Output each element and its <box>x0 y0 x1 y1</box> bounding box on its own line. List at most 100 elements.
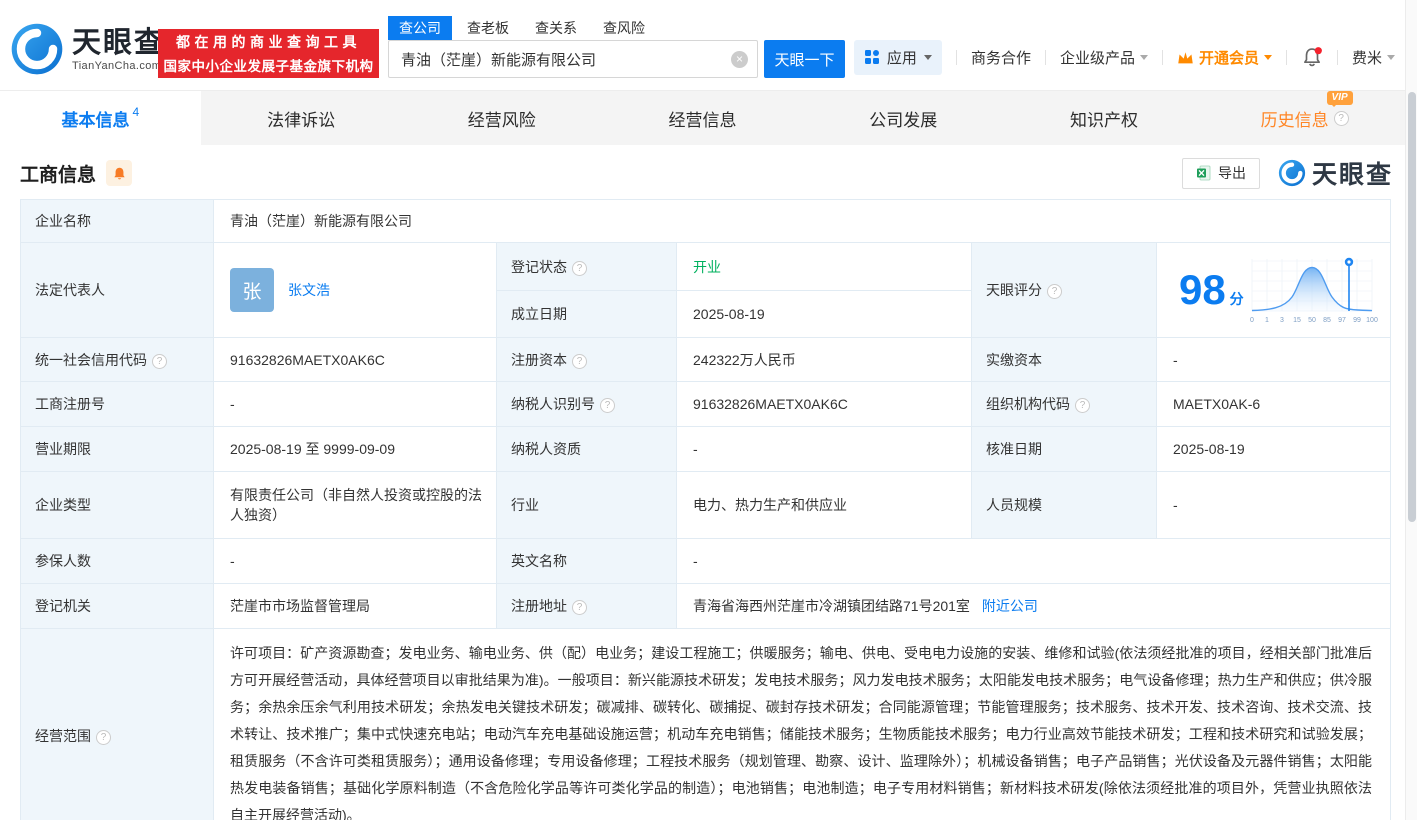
nav-enterprise-products[interactable]: 企业级产品 <box>1060 47 1148 68</box>
notification-dot <box>1315 47 1322 54</box>
divider <box>1045 50 1046 65</box>
slogan-line2: 国家中小企业发展子基金旗下机构 <box>164 55 374 75</box>
business-info-table: 企业名称 青油（茫崖）新能源有限公司 法定代表人 张 张文浩 登记状态? 开业 … <box>20 199 1391 820</box>
apps-menu[interactable]: 应用 <box>854 40 942 75</box>
top-nav: 应用 商务合作 企业级产品 开通会员 费米 <box>854 40 1395 74</box>
scrollbar-thumb[interactable] <box>1408 92 1416 522</box>
search-tab-boss[interactable]: 查老板 <box>467 16 509 40</box>
divider <box>1162 50 1163 65</box>
user-menu[interactable]: 费米 <box>1352 47 1395 68</box>
help-icon[interactable]: ? <box>1047 284 1062 299</box>
tab-intellectual-property[interactable]: 知识产权 <box>1004 91 1205 145</box>
reg-status-label: 登记状态? <box>497 243 677 291</box>
clear-search-icon[interactable]: × <box>731 51 748 68</box>
tab-ip-label: 知识产权 <box>1070 106 1138 131</box>
help-icon[interactable]: ? <box>600 398 615 413</box>
help-icon[interactable]: ? <box>152 354 167 369</box>
svg-text:15: 15 <box>1293 317 1301 324</box>
business-term-label: 营业期限 <box>21 427 214 472</box>
search-input[interactable] <box>388 40 758 78</box>
reg-number-value: - <box>214 382 497 427</box>
score-chart: 0 1 3 15 50 85 97 99 100 <box>1246 251 1378 329</box>
tab-history-info[interactable]: 历史信息 VIP ? <box>1204 91 1405 145</box>
reg-authority-value: 茫崖市市场监督管理局 <box>214 584 497 629</box>
search-tab-relation[interactable]: 查关系 <box>535 16 577 40</box>
help-icon[interactable]: ? <box>1075 398 1090 413</box>
tab-operation-risk[interactable]: 经营风险 <box>401 91 602 145</box>
tianyancha-logo[interactable]: 天眼查 TianYanCha.com <box>10 22 165 76</box>
help-icon[interactable]: ? <box>1334 111 1349 126</box>
search-area: 查公司 查老板 查关系 查风险 × 天眼一下 <box>388 15 845 78</box>
staff-size-value: - <box>1157 472 1391 539</box>
company-name-value: 青油（茫崖）新能源有限公司 <box>214 200 1391 243</box>
score-value: 98 <box>1179 266 1226 313</box>
tab-basic-info[interactable]: 基本信息 4 <box>0 91 201 145</box>
score-cell[interactable]: 98 分 <box>1157 243 1391 338</box>
search-tab-company[interactable]: 查公司 <box>388 16 452 40</box>
section-header: 工商信息 导出 天眼查 <box>0 145 1417 195</box>
export-label: 导出 <box>1218 163 1246 183</box>
search-tab-risk[interactable]: 查风险 <box>603 16 645 40</box>
reg-status-value: 开业 <box>677 243 972 291</box>
score-unit: 分 <box>1230 291 1244 307</box>
staff-size-label: 人员规模 <box>972 472 1157 539</box>
approval-date-value: 2025-08-19 <box>1157 427 1391 472</box>
divider <box>1337 50 1338 65</box>
monitor-bell-button[interactable] <box>106 160 132 186</box>
vip-button[interactable]: 开通会员 <box>1177 47 1272 68</box>
section-title: 工商信息 <box>20 160 96 187</box>
company-name-label: 企业名称 <box>21 200 214 243</box>
tianyancha-watermark: 天眼查 <box>1278 155 1393 191</box>
help-icon[interactable]: ? <box>572 354 587 369</box>
industry-value: 电力、热力生产和供应业 <box>677 472 972 539</box>
table-row: 参保人数 - 英文名称 - <box>21 539 1391 584</box>
reg-capital-label: 注册资本? <box>497 338 677 382</box>
avatar[interactable]: 张 <box>230 268 274 312</box>
site-header: 天眼查 TianYanCha.com 都在用的商业查询工具 国家中小企业发展子基… <box>0 0 1417 90</box>
export-button[interactable]: 导出 <box>1182 158 1260 189</box>
insured-count-value: - <box>214 539 497 584</box>
divider <box>956 50 957 65</box>
company-type-value: 有限责任公司（非自然人投资或控股的法人独资） <box>214 472 497 539</box>
taxpayer-qual-value: - <box>677 427 972 472</box>
help-icon[interactable]: ? <box>572 261 587 276</box>
nearby-companies-link[interactable]: 附近公司 <box>982 598 1038 614</box>
paid-capital-value: - <box>1157 338 1391 382</box>
svg-text:0: 0 <box>1250 317 1254 324</box>
tab-history-label: 历史信息 VIP <box>1261 106 1329 131</box>
english-name-label: 英文名称 <box>497 539 677 584</box>
scrollbar-track[interactable] <box>1405 0 1417 820</box>
bell-icon <box>112 166 127 181</box>
crown-icon <box>1177 50 1194 65</box>
svg-text:85: 85 <box>1323 317 1331 324</box>
legal-rep-link[interactable]: 张文浩 <box>288 280 330 300</box>
table-row: 统一社会信用代码? 91632826MAETX0AK6C 注册资本? 24232… <box>21 338 1391 382</box>
brand-domain: TianYanCha.com <box>72 60 165 72</box>
svg-text:50: 50 <box>1308 317 1316 324</box>
table-row: 营业期限 2025-08-19 至 9999-09-09 纳税人资质 - 核准日… <box>21 427 1391 472</box>
svg-text:100: 100 <box>1366 317 1378 324</box>
tab-legal-litigation[interactable]: 法律诉讼 <box>201 91 402 145</box>
nav-business-cooperation[interactable]: 商务合作 <box>971 47 1031 68</box>
company-tabbar: 基本信息 4 法律诉讼 经营风险 经营信息 公司发展 知识产权 历史信息 VIP… <box>0 90 1405 145</box>
help-icon[interactable]: ? <box>96 730 111 745</box>
apps-grid-icon <box>864 49 880 65</box>
legal-rep-label: 法定代表人 <box>21 243 214 338</box>
vip-label: 开通会员 <box>1199 47 1259 68</box>
business-scope-label: 经营范围? <box>21 629 214 820</box>
legal-rep-cell: 张 张文浩 <box>214 243 497 338</box>
help-icon[interactable]: ? <box>572 600 587 615</box>
reg-capital-value: 242322万人民币 <box>677 338 972 382</box>
score-label: 天眼评分? <box>972 243 1157 338</box>
business-term-value: 2025-08-19 至 9999-09-09 <box>214 427 497 472</box>
svg-text:1: 1 <box>1265 317 1269 324</box>
apps-label: 应用 <box>887 47 917 68</box>
search-button[interactable]: 天眼一下 <box>764 40 845 78</box>
notification-bell[interactable] <box>1301 46 1323 68</box>
tab-company-development[interactable]: 公司发展 <box>803 91 1004 145</box>
insured-count-label: 参保人数 <box>21 539 214 584</box>
slogan-banner: 都在用的商业查询工具 国家中小企业发展子基金旗下机构 <box>158 29 379 78</box>
establish-date-value: 2025-08-19 <box>677 291 972 338</box>
reg-address-label: 注册地址? <box>497 584 677 629</box>
tab-operation-info[interactable]: 经营信息 <box>602 91 803 145</box>
